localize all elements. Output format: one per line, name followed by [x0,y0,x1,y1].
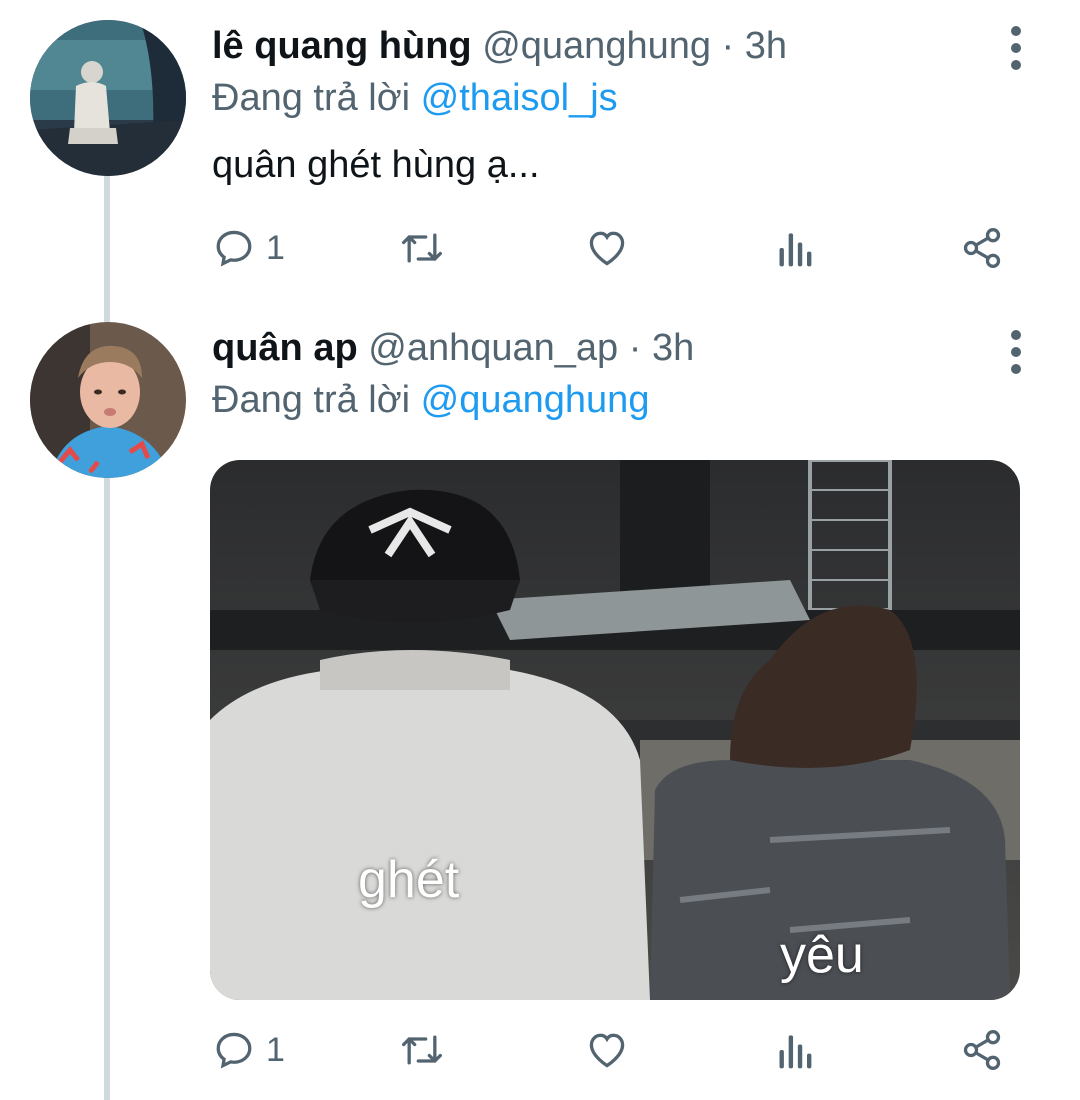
tweet-actions: 1 [212,1022,1022,1078]
author-handle[interactable]: @quanghung [482,25,711,67]
share-button[interactable] [960,1022,1004,1078]
more-vertical-icon[interactable] [996,26,1036,70]
timestamp[interactable]: 3h [652,327,694,369]
separator-dot: · [721,25,735,67]
reply-button[interactable]: 1 [212,220,285,276]
author-name[interactable]: quân ap [212,327,358,369]
reply-prefix: Đang trả lời [212,379,411,421]
like-button[interactable] [584,1022,630,1078]
views-button[interactable] [776,220,816,276]
media-caption-left: ghét [358,851,460,909]
share-icon [963,1030,1001,1070]
reply-mention-link[interactable]: @quanghung [421,379,650,421]
comment-bubble-icon [216,1032,252,1069]
share-icon [963,228,1001,268]
reply-button[interactable]: 1 [212,1022,285,1078]
tweet-media-image[interactable]: ghét yêu [210,460,1020,1000]
avatar[interactable] [30,322,186,478]
tweet-actions: 1 [212,220,1022,276]
author-handle[interactable]: @anhquan_ap [368,327,618,369]
avatar[interactable] [30,20,186,176]
heart-icon [589,231,625,266]
media-caption-right: yêu [780,926,864,984]
share-button[interactable] [960,220,1004,276]
retweet-button[interactable] [398,220,446,276]
reply-count: 1 [266,1030,285,1069]
analytics-icon [779,1035,812,1069]
tweet-text: quân ghét hùng ạ... [212,144,540,186]
replying-to: Đang trả lời @thaisol_js [212,75,618,121]
separator-dot: · [628,327,642,369]
tweet-header: lê quang hùng @quanghung · 3h [212,23,787,69]
replying-to: Đang trả lời @quanghung [212,377,649,423]
heart-icon [589,1033,625,1068]
retweet-icon [402,1035,442,1065]
reply-mention-link[interactable]: @thaisol_js [421,77,618,119]
timestamp[interactable]: 3h [745,25,787,67]
author-name[interactable]: lê quang hùng [212,25,472,67]
like-button[interactable] [584,220,630,276]
tweet-quanghung[interactable]: lê quang hùng @quanghung · 3h Đang trả l… [0,0,1080,300]
reply-prefix: Đang trả lời [212,77,411,119]
retweet-icon [402,233,442,263]
analytics-icon [779,233,812,267]
retweet-button[interactable] [398,1022,446,1078]
more-vertical-icon[interactable] [996,330,1036,374]
reply-count: 1 [266,228,285,267]
tweet-header: quân ap @anhquan_ap · 3h [212,325,694,371]
views-button[interactable] [776,1022,816,1078]
comment-bubble-icon [216,230,252,267]
